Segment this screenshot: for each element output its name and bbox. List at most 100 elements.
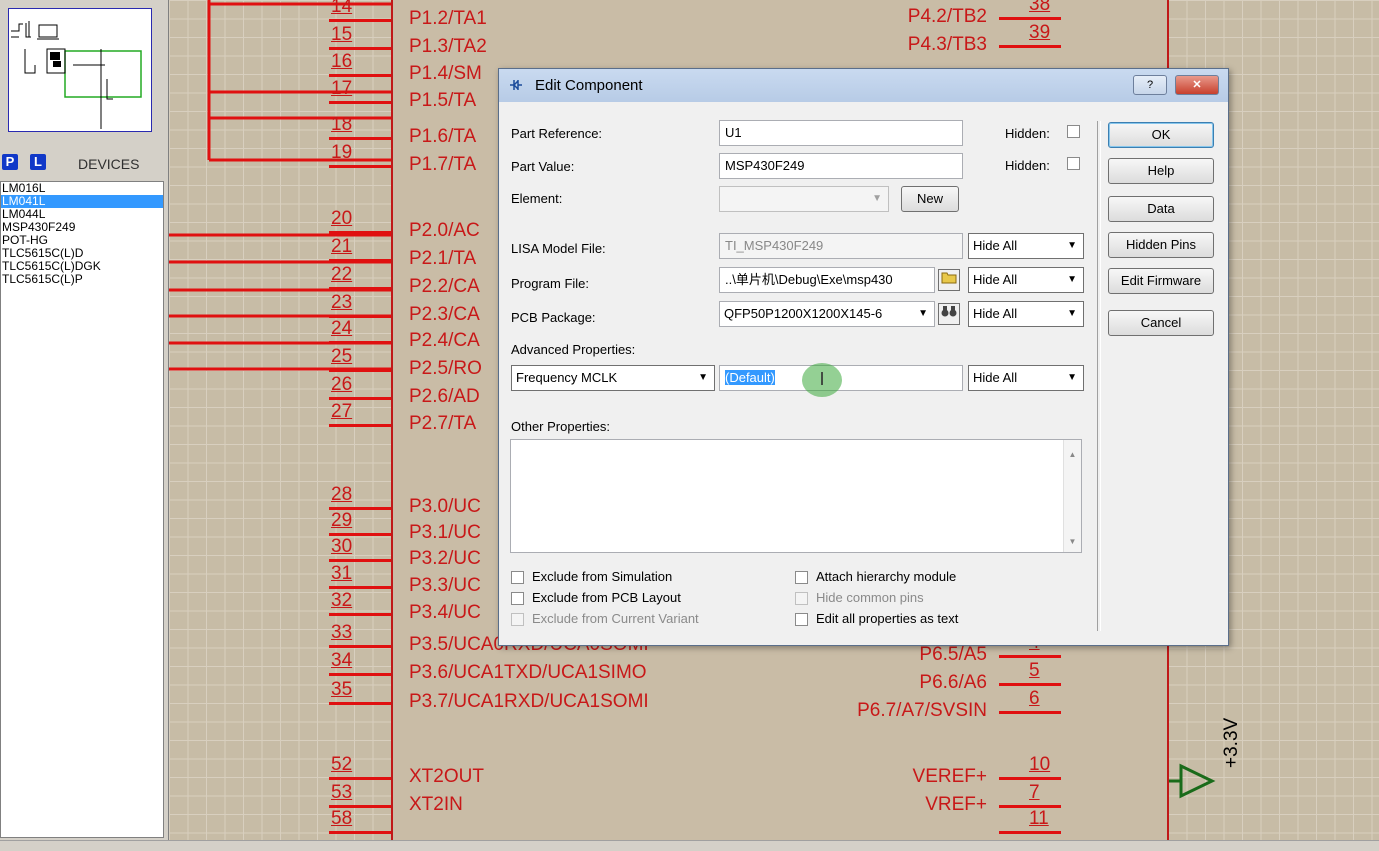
pin-line xyxy=(999,831,1061,834)
checkbox[interactable] xyxy=(511,592,524,605)
pin-name: P3.2/UC xyxy=(409,548,481,569)
pin-line xyxy=(329,613,391,616)
other-properties-textarea[interactable]: ▲ ▼ xyxy=(510,439,1082,553)
pcb-package-value: QFP50P1200X1200X145-6 xyxy=(724,306,883,321)
pcb-visibility-select[interactable]: Hide All ▼ xyxy=(968,301,1084,327)
pin-line xyxy=(329,165,391,168)
pin-number: 38 xyxy=(1029,0,1051,15)
pin-name: P1.4/SM xyxy=(409,63,482,84)
part-reference-hidden-checkbox[interactable] xyxy=(1067,125,1080,138)
program-file-input[interactable]: ..\单片机\Debug\Exe\msp430 xyxy=(719,267,935,293)
chevron-down-icon: ▼ xyxy=(1067,274,1077,285)
scroll-down-icon[interactable]: ▼ xyxy=(1064,537,1081,546)
binoculars-icon[interactable] xyxy=(938,303,960,325)
pin-name: P4.3/TB3 xyxy=(907,34,987,55)
chevron-down-icon: ▼ xyxy=(872,193,882,204)
device-list-item[interactable]: TLC5615C(L)P xyxy=(1,273,163,286)
checkbox-label: Exclude from Current Variant xyxy=(532,611,699,626)
scroll-up-icon[interactable]: ▲ xyxy=(1064,450,1081,459)
hidden-pins-button[interactable]: Hidden Pins xyxy=(1108,232,1214,258)
pin-number: 30 xyxy=(331,536,353,557)
pin-line xyxy=(329,702,391,705)
checkbox-label: Attach hierarchy module xyxy=(816,569,957,584)
browse-folder-icon[interactable] xyxy=(938,269,960,291)
lisa-visibility-value: Hide All xyxy=(973,238,1018,253)
text-cursor-icon: I xyxy=(802,363,842,397)
pin-line xyxy=(329,586,391,589)
element-select[interactable]: ▼ xyxy=(719,186,889,212)
pin-name: P2.5/RO xyxy=(409,358,482,379)
pin-number: 29 xyxy=(331,510,353,531)
pin-number: 14 xyxy=(331,0,353,17)
pcb-package-select[interactable]: QFP50P1200X1200X145-6 ▼ xyxy=(719,301,935,327)
checkbox-label: Exclude from Simulation xyxy=(532,569,673,584)
part-value-input[interactable]: MSP430F249 xyxy=(719,153,963,179)
pin-number: 6 xyxy=(1029,688,1040,709)
dialog-title: Edit Component xyxy=(535,77,643,94)
pin-line xyxy=(329,101,391,104)
pin-name: P3.4/UC xyxy=(409,602,481,623)
pin-line xyxy=(329,831,391,834)
dialog-titlebar[interactable]: Edit Component ? ✕ xyxy=(499,69,1228,102)
ok-button[interactable]: OK xyxy=(1108,122,1214,148)
pin-number: 28 xyxy=(331,484,353,505)
pin-name: VEREF+ xyxy=(912,766,987,787)
advanced-visibility-select[interactable]: Hide All ▼ xyxy=(968,365,1084,391)
pin-name: P2.6/AD xyxy=(409,386,480,407)
pin-name: P1.5/TA xyxy=(409,90,477,111)
pin-name: P3.3/UC xyxy=(409,575,481,596)
pin-line xyxy=(329,341,391,344)
checkbox[interactable] xyxy=(795,613,808,626)
lisa-model-label: LISA Model File: xyxy=(511,241,606,256)
pin-name: VREF+ xyxy=(925,794,987,815)
pin-name: P6.6/A6 xyxy=(919,672,987,693)
pin-line xyxy=(999,655,1061,658)
textarea-scrollbar[interactable]: ▲ ▼ xyxy=(1063,440,1081,552)
pin-name: P3.6/UCA1TXD/UCA1SIMO xyxy=(409,662,647,683)
part-value-hidden-checkbox[interactable] xyxy=(1067,157,1080,170)
pin-name: P1.6/TA xyxy=(409,126,477,147)
checkbox[interactable] xyxy=(795,571,808,584)
pin-name: P2.3/CA xyxy=(409,304,480,325)
pin-name: P2.4/CA xyxy=(409,330,480,351)
pin-number: 34 xyxy=(331,650,353,671)
chevron-down-icon: ▼ xyxy=(698,372,708,383)
advanced-visibility-value: Hide All xyxy=(973,370,1018,385)
pin-number: 19 xyxy=(331,142,353,163)
pin-number: 5 xyxy=(1029,660,1040,681)
pin-number: 31 xyxy=(331,563,353,584)
cancel-button[interactable]: Cancel xyxy=(1108,310,1214,336)
pin-name: P4.2/TB2 xyxy=(907,6,987,27)
part-value-label: Part Value: xyxy=(511,159,575,174)
pin-line xyxy=(329,74,391,77)
advanced-property-select[interactable]: Frequency MCLK ▼ xyxy=(511,365,715,391)
pin-name: P6.7/A7/SVSIN xyxy=(857,700,987,721)
pin-number: 7 xyxy=(1029,782,1040,803)
program-visibility-select[interactable]: Hide All ▼ xyxy=(968,267,1084,293)
checkbox[interactable] xyxy=(511,571,524,584)
pin-line xyxy=(329,397,391,400)
pick-device-button[interactable]: P xyxy=(2,154,18,170)
pin-name: P3.7/UCA1RXD/UCA1SOMI xyxy=(409,691,649,712)
new-element-button[interactable]: New xyxy=(901,186,959,212)
library-manager-button[interactable]: L xyxy=(30,154,46,170)
chevron-down-icon: ▼ xyxy=(1067,240,1077,251)
pin-name: P6.5/A5 xyxy=(919,644,987,665)
pin-number: 58 xyxy=(331,808,353,829)
data-button[interactable]: Data xyxy=(1108,196,1214,222)
device-list[interactable]: LM016L LM041L LM044L MSP430F249 POT-HG TLC561… xyxy=(0,181,164,838)
pin-line xyxy=(329,424,391,427)
pin-number: 22 xyxy=(331,264,353,285)
checkbox-label: Exclude from PCB Layout xyxy=(532,590,681,605)
part-reference-input[interactable]: U1 xyxy=(719,120,963,146)
pin-number: 23 xyxy=(331,292,353,313)
lisa-visibility-select[interactable]: Hide All ▼ xyxy=(968,233,1084,259)
advanced-value-selection: (Default) xyxy=(725,370,775,385)
close-button[interactable]: ✕ xyxy=(1175,75,1219,95)
edit-firmware-button[interactable]: Edit Firmware xyxy=(1108,268,1214,294)
overview-window[interactable] xyxy=(8,8,152,132)
pin-line xyxy=(329,137,391,140)
help-titlebar-button[interactable]: ? xyxy=(1133,75,1167,95)
pin-number: 25 xyxy=(331,346,353,367)
help-button[interactable]: Help xyxy=(1108,158,1214,184)
